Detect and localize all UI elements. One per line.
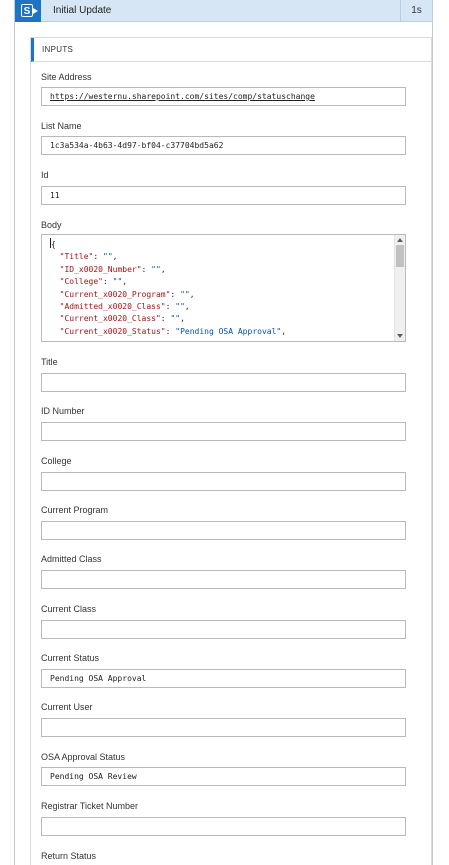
- college-field[interactable]: [41, 472, 406, 491]
- scroll-thumb[interactable]: [396, 245, 404, 267]
- sharepoint-icon: S: [15, 0, 41, 22]
- id-number-field[interactable]: [41, 422, 406, 441]
- list-name-field[interactable]: 1c3a534a-4b63-4d97-bf04-c37704bd5a62: [41, 136, 406, 155]
- body-field[interactable]: { "Title": "", "ID_x0020_Number": "", "C…: [41, 234, 406, 342]
- title-field[interactable]: [41, 373, 406, 392]
- site-address-link[interactable]: https://westernu.sharepoint.com/sites/co…: [50, 92, 315, 101]
- current-program-label: Current Program: [41, 505, 109, 515]
- registrar-ticket-number-field[interactable]: [41, 817, 406, 836]
- site-address-label: Site Address: [41, 72, 92, 82]
- action-title: Initial Update: [53, 5, 112, 16]
- current-status-field[interactable]: Pending OSA Approval: [41, 669, 406, 688]
- list-name-label: List Name: [41, 121, 82, 131]
- return-status-label: Return Status: [41, 851, 97, 861]
- admitted-class-field[interactable]: [41, 570, 406, 589]
- scroll-up-arrow-icon[interactable]: [397, 238, 403, 242]
- osa-approval-status-label: OSA Approval Status: [41, 752, 126, 762]
- action-header[interactable]: S Initial Update 1s: [14, 0, 433, 22]
- title-label: Title: [41, 357, 58, 367]
- current-class-label: Current Class: [41, 604, 97, 614]
- registrar-ticket-number-label: Registrar Ticket Number: [41, 801, 139, 811]
- inputs-section-header: INPUTS: [31, 38, 431, 62]
- admitted-class-label: Admitted Class: [41, 554, 102, 564]
- osa-approval-status-field[interactable]: Pending OSA Review: [41, 767, 406, 786]
- current-status-label: Current Status: [41, 653, 100, 663]
- current-program-field[interactable]: [41, 521, 406, 540]
- scroll-down-arrow-icon[interactable]: [397, 334, 403, 338]
- id-number-label: ID Number: [41, 406, 85, 416]
- current-user-field[interactable]: [41, 718, 406, 737]
- id-label: Id: [41, 170, 49, 180]
- body-label: Body: [41, 220, 62, 230]
- site-address-field[interactable]: https://westernu.sharepoint.com/sites/co…: [41, 87, 406, 106]
- body-code: { "Title": "", "ID_x0020_Number": "", "C…: [50, 238, 287, 336]
- inputs-section: INPUTS: [30, 37, 432, 865]
- current-class-field[interactable]: [41, 620, 406, 639]
- current-user-label: Current User: [41, 702, 93, 712]
- duration-badge: 1s: [400, 0, 432, 22]
- body-scrollbar[interactable]: [394, 235, 405, 341]
- id-field[interactable]: 11: [41, 186, 406, 205]
- college-label: College: [41, 456, 72, 466]
